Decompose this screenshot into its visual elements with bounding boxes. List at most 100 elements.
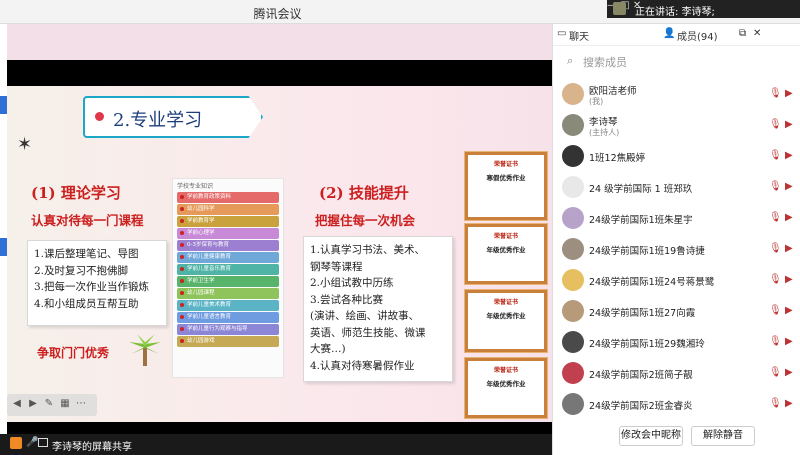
more-icon[interactable]: ⋯ [75, 398, 87, 410]
camera-off-icon[interactable]: ▶ [785, 150, 793, 161]
member-row[interactable]: 欧阳洁老师 (我) 🎙 ▶ [553, 80, 800, 110]
avatar [562, 207, 584, 229]
member-row[interactable]: 1班12焦殿婷 🎙 ▶ [553, 142, 800, 172]
word-icon [0, 96, 7, 114]
list-item: 英语、师范生技能、微课 [310, 326, 426, 339]
tab-chat[interactable]: 聊天 [569, 28, 589, 43]
course-item: 幼儿园游戏 [177, 336, 279, 347]
course-list-header: 学校专业知识 [177, 183, 214, 190]
member-name: 24级学前国际1班29魏湘玲 [589, 339, 705, 350]
share-status-bar: 🎤 李诗琴的屏幕共享 [0, 434, 552, 455]
camera-off-icon[interactable]: ▶ [785, 367, 793, 378]
right-section-subtitle: 把握住每一次机会 [315, 213, 416, 228]
mic-muted-icon[interactable]: 🎙 [769, 336, 782, 347]
chat-icon: ▭ [557, 28, 567, 39]
member-row[interactable]: 24级学前国际2班简子靓 🎙 ▶ [553, 359, 800, 389]
avatar [562, 238, 584, 260]
camera-off-icon[interactable]: ▶ [785, 243, 793, 254]
course-item: 0-3岁保育与教育 [177, 240, 279, 251]
course-item: 幼儿园课程 [177, 288, 279, 299]
course-item: 学前教育学 [177, 216, 279, 227]
avatar [562, 269, 584, 291]
right-section-title: (2) 技能提升 [319, 184, 409, 202]
member-name: 24 级学前国际 1 班郑玖 [589, 184, 693, 195]
member-name: 24级学前国际2班简子靓 [589, 370, 693, 381]
members-panel: ▭ 聊天 👤 成员(94) ⧉ ✕ ⌕ 搜索成员 欧阳洁老师 (我) 🎙 ▶ 李诗琴 (主… [552, 24, 800, 455]
course-item: 学前儿童健康教育 [177, 252, 279, 263]
camera-off-icon[interactable]: ▶ [785, 274, 793, 285]
mic-muted-icon[interactable]: 🎙 [769, 88, 782, 99]
list-item: (演讲、绘画、讲故事、 [310, 310, 420, 322]
grid-icon[interactable]: ▦ [59, 398, 71, 410]
rename-button[interactable]: 修改会中昵称 [619, 426, 683, 446]
members-icon: 👤 [663, 28, 676, 39]
mic-muted-icon[interactable]: 🎙 [769, 398, 782, 409]
member-name: 24级学前国际1班24号蒋景鹭 [589, 277, 715, 288]
mic-muted-icon[interactable]: 🎙 [769, 274, 782, 285]
tab-members[interactable]: 成员(94) [677, 28, 718, 43]
member-name: 欧阳洁老师 [589, 86, 637, 97]
member-name: 24级学前国际1班19鲁诗捷 [589, 246, 705, 257]
search-input[interactable]: 搜索成员 [583, 54, 627, 70]
camera-off-icon[interactable]: ▶ [785, 305, 793, 316]
member-row[interactable]: 24级学前国际2班金睿炎 🎙 ▶ [553, 390, 800, 420]
warning-icon [10, 437, 22, 449]
member-row[interactable]: 24级学前国际1班朱星宇 🎙 ▶ [553, 204, 800, 234]
search-icon: ⌕ [567, 54, 574, 67]
member-name: 李诗琴 [589, 117, 618, 128]
member-row[interactable]: 24级学前国际1班29魏湘玲 🎙 ▶ [553, 328, 800, 358]
camera-off-icon[interactable]: ▶ [785, 336, 793, 347]
camera-off-icon[interactable]: ▶ [785, 119, 793, 130]
avatar [562, 393, 584, 415]
panel-tabs: ▭ 聊天 👤 成员(94) ⧉ ✕ [553, 24, 800, 46]
bullet-dot-icon [95, 112, 104, 121]
right-list-card: 1.认真学习书法、美术、 钢琴等课程 2.小组试教中历练 3.尝试各种比赛 (演… [303, 236, 453, 382]
member-row[interactable]: 24 级学前国际 1 班郑玖 🎙 ▶ [553, 173, 800, 203]
course-item: 学前卫生学 [177, 276, 279, 287]
member-search[interactable]: ⌕ 搜索成员 [561, 52, 793, 72]
unmute-button[interactable]: 解除静音 [691, 426, 755, 446]
list-item: 1.认真学习书法、美术、 [310, 244, 426, 256]
list-item: 3.把每一次作业当作锻炼 [34, 281, 150, 293]
camera-off-icon[interactable]: ▶ [785, 181, 793, 192]
camera-off-icon[interactable]: ▶ [785, 398, 793, 409]
member-row[interactable]: 24级学前国际1班24号蒋景鹭 🎙 ▶ [553, 266, 800, 296]
member-row[interactable]: 24级学前国际1班19鲁诗捷 🎙 ▶ [553, 235, 800, 265]
member-row[interactable]: 李诗琴 (主持人) 🎙 ▶ [553, 111, 800, 141]
left-list-card: 1.课后整理笔记、导图 2.及时复习不抱佛脚 3.把每一次作业当作锻炼 4.和小… [27, 240, 167, 326]
mic-muted-icon[interactable]: 🎙 [769, 119, 782, 130]
mic-muted-icon[interactable]: 🎙 [769, 150, 782, 161]
close-panel-icon[interactable]: ✕ [753, 28, 761, 39]
camera-off-icon[interactable]: ▶ [785, 88, 793, 99]
member-name: 1班12焦殿婷 [589, 153, 646, 164]
member-row[interactable]: 24级学前国际1班27向霞 🎙 ▶ [553, 297, 800, 327]
mic-muted-icon[interactable]: 🎙 [769, 181, 782, 192]
next-icon[interactable]: ▶ [27, 398, 39, 410]
certificate: 荣誉证书 年级优秀作业 [464, 223, 548, 285]
screen-share-area: 2.专业学习 ✶ (1) 理论学习 认真对待每一门课程 1.课后整理笔记、导图 … [7, 24, 552, 455]
camera-off-icon[interactable]: ▶ [785, 212, 793, 223]
mic-icon[interactable]: 🎤 [26, 437, 38, 448]
member-name: 24级学前国际2班金睿炎 [589, 401, 693, 412]
mic-muted-icon[interactable]: 🎙 [769, 305, 782, 316]
mic-muted-icon[interactable]: 🎙 [769, 243, 782, 254]
avatar [562, 114, 584, 136]
list-item: 2.及时复习不抱佛脚 [34, 264, 129, 277]
popout-icon[interactable]: ⧉ [739, 28, 746, 39]
mic-muted-icon[interactable]: 🎙 [769, 212, 782, 223]
sparkle-icon: ✶ [17, 134, 33, 155]
speaking-indicator: 正在讲话: 李诗琴; — □ ✕ [607, 0, 800, 18]
avatar [562, 300, 584, 322]
list-item: 大赛…) [310, 343, 346, 355]
list-item: 4.和小组成员互帮互助 [34, 297, 139, 310]
mic-muted-icon[interactable]: 🎙 [769, 367, 782, 378]
speaker-avatar [613, 2, 626, 15]
pen-icon[interactable]: ✎ [43, 398, 55, 410]
certificate: 荣誉证书 年级优秀作业 [464, 289, 548, 353]
list-item: 钢琴等课程 [310, 260, 363, 273]
list-item: 2.小组试教中历练 [310, 277, 394, 289]
left-section-subtitle: 认真对待每一门课程 [31, 213, 144, 228]
avatar [562, 145, 584, 167]
prev-icon[interactable]: ◀ [11, 398, 23, 410]
list-item: 1.课后整理笔记、导图 [34, 248, 139, 260]
